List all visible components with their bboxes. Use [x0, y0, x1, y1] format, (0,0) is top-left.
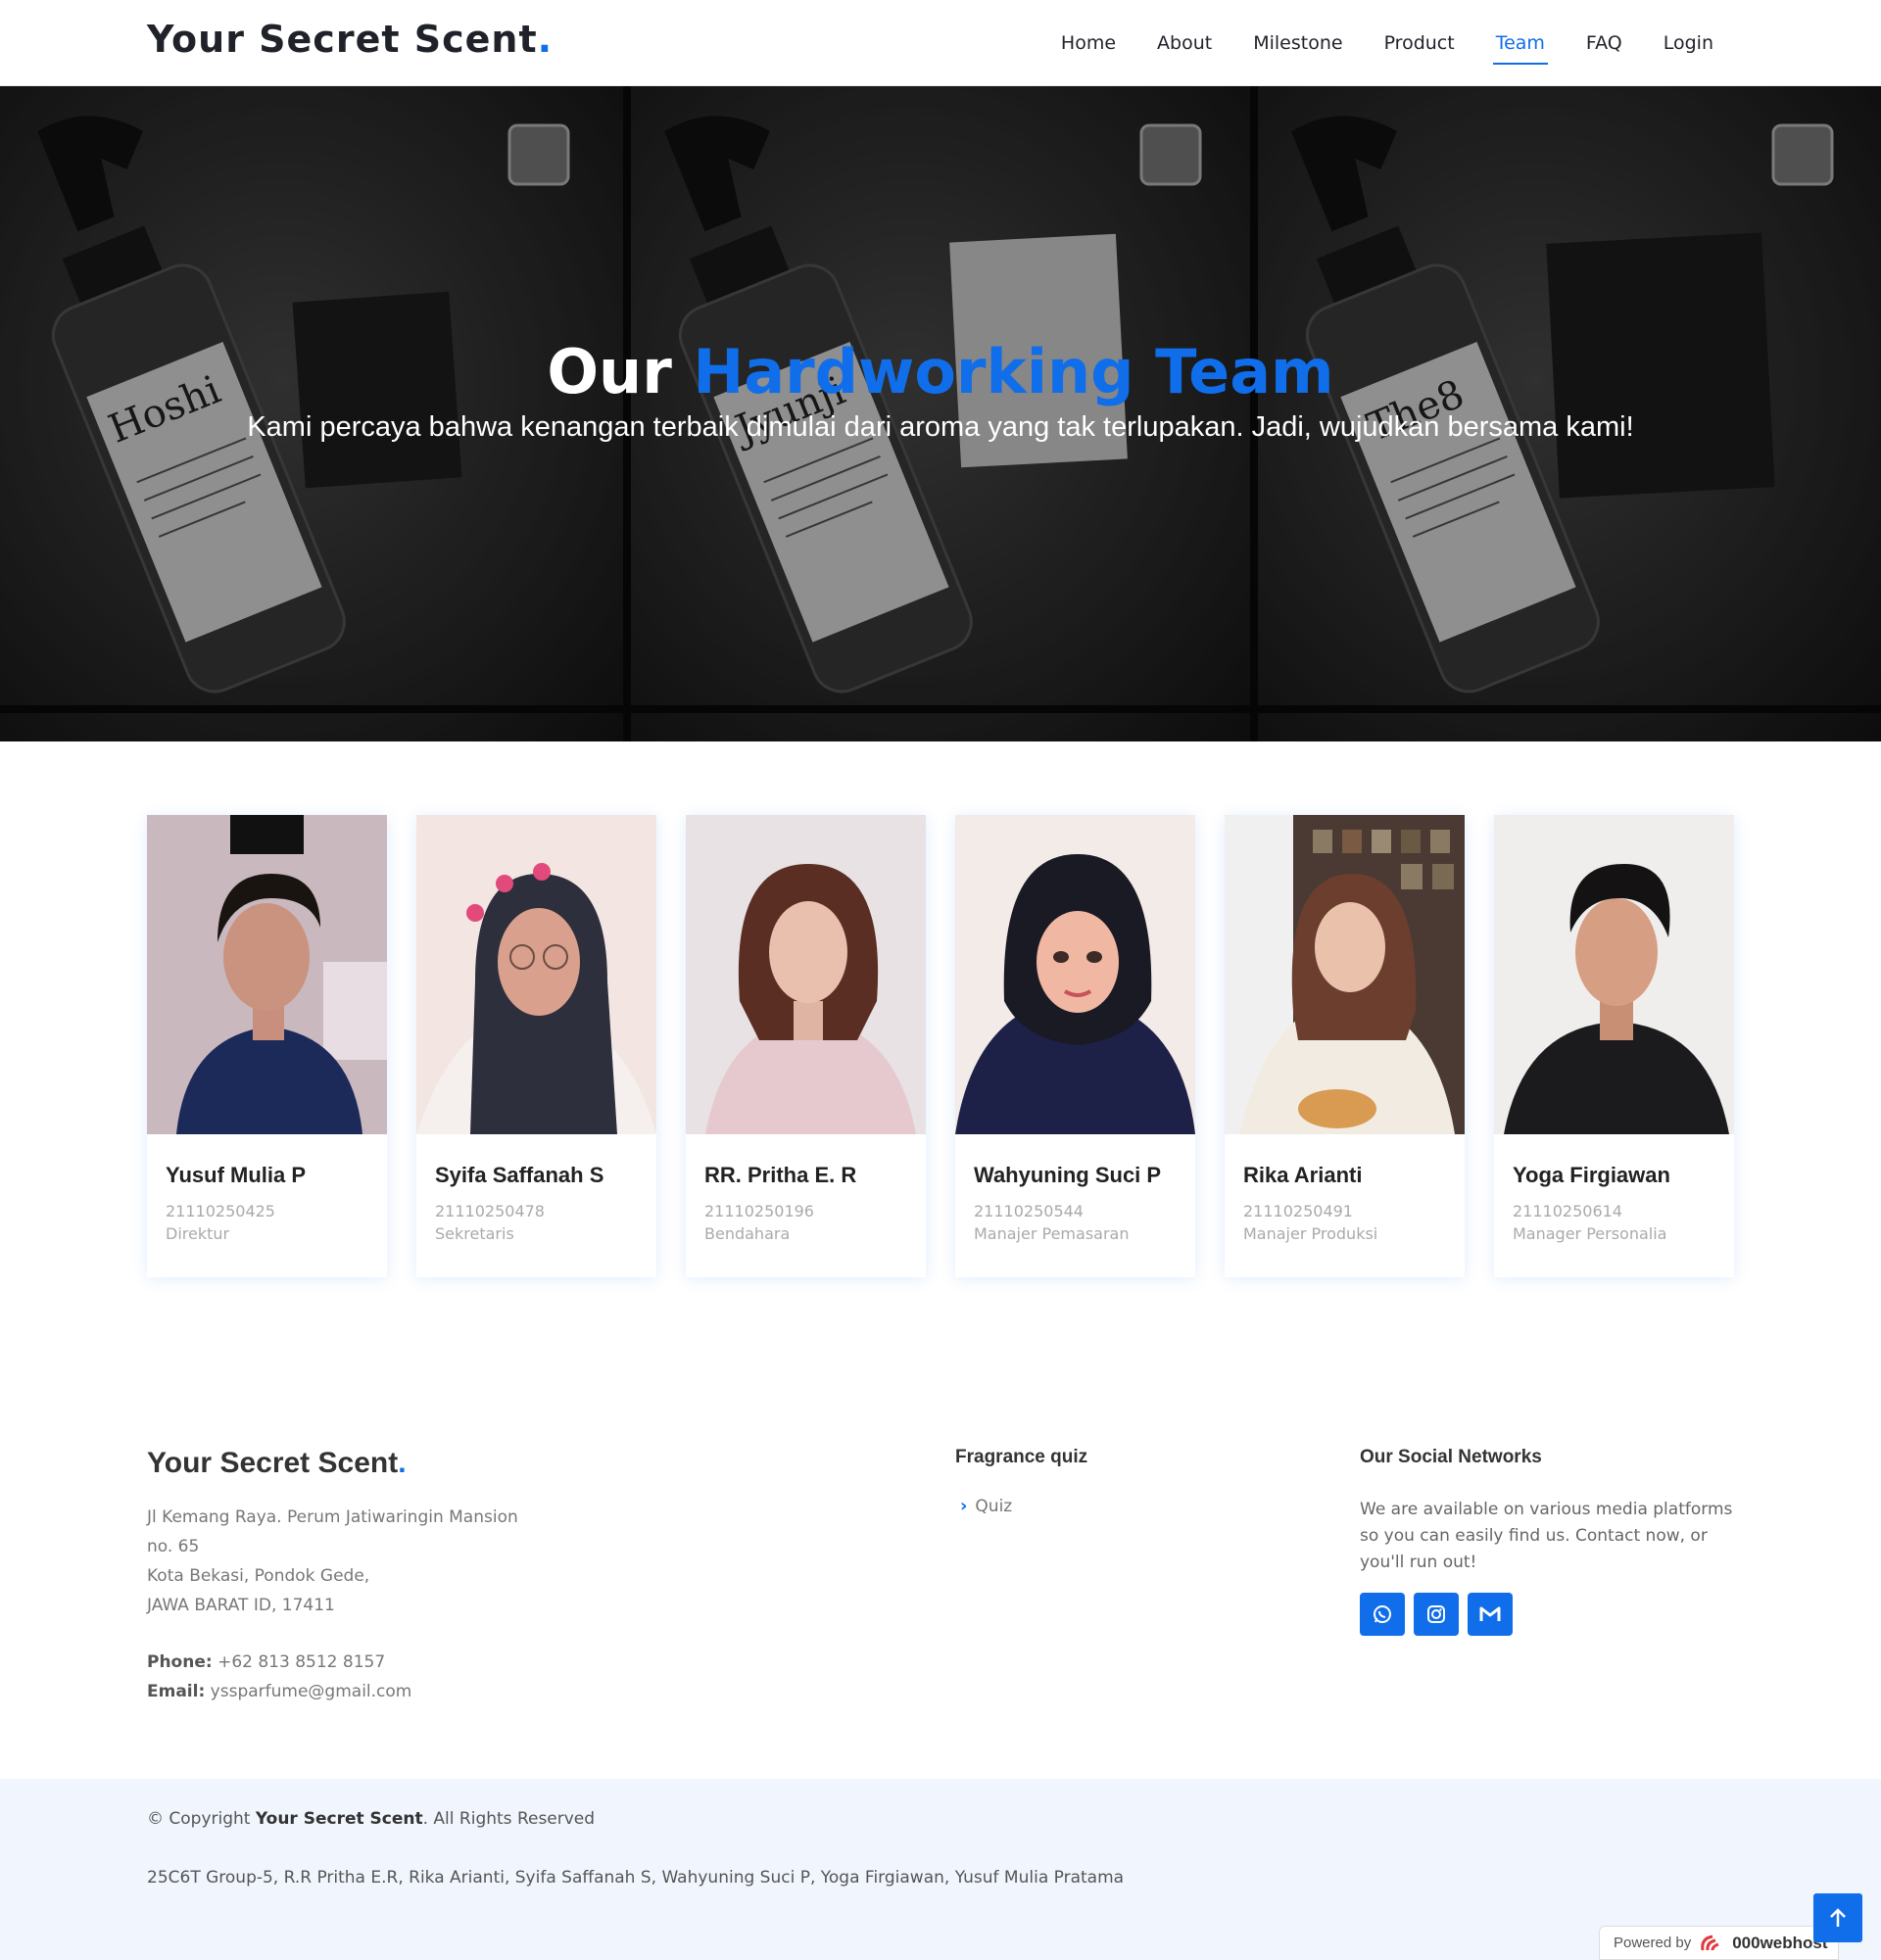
powered-by-badge[interactable]: Powered by 000webhost — [1599, 1926, 1839, 1960]
footer-address: Jl Kemang Raya. Perum Jatiwaringin Mansi… — [147, 1503, 518, 1620]
member-nim: 21110250544 — [974, 1202, 1084, 1220]
member-role: Sekretaris — [435, 1224, 514, 1243]
team-card: Yoga Firgiawan 21110250614 Manager Perso… — [1494, 815, 1734, 1277]
footer-brand: Your Secret Scent. — [147, 1447, 407, 1480]
member-photo — [1225, 815, 1465, 1134]
social-links — [1360, 1593, 1513, 1636]
address-line: JAWA BARAT ID, 17411 — [147, 1596, 335, 1615]
copyright: © Copyright Your Secret Scent. All Right… — [147, 1809, 595, 1829]
team-section: Yusuf Mulia P 21110250425 Direktur Syifa… — [147, 815, 1736, 1277]
member-nim: 21110250478 — [435, 1202, 545, 1220]
whatsapp-button[interactable] — [1360, 1593, 1405, 1636]
phone-value: +62 813 8512 8157 — [217, 1652, 386, 1672]
member-name: Wahyuning Suci P — [974, 1163, 1162, 1187]
webhost-logo-icon — [1701, 1935, 1719, 1950]
logo-text: Your Secret Scent — [147, 18, 538, 61]
logo-dot: . — [537, 18, 554, 61]
team-card: Rika Arianti 21110250491 Manajer Produks… — [1225, 815, 1465, 1277]
member-photo — [955, 815, 1195, 1134]
phone-row: Phone: +62 813 8512 8157 — [147, 1648, 411, 1677]
team-card: Syifa Saffanah S 21110250478 Sekretaris — [416, 815, 656, 1277]
gmail-icon — [1479, 1606, 1501, 1621]
footer-brand-dot: . — [398, 1447, 407, 1479]
member-nim: 21110250196 — [704, 1202, 814, 1220]
member-name: Rika Arianti — [1243, 1163, 1363, 1187]
nav-home[interactable]: Home — [1040, 0, 1136, 86]
team-card: Yusuf Mulia P 21110250425 Direktur — [147, 815, 387, 1277]
footer-brand-text: Your Secret Scent — [147, 1447, 399, 1479]
social-networks-title: Our Social Networks — [1360, 1447, 1542, 1467]
nav-faq[interactable]: FAQ — [1566, 0, 1643, 86]
nav-milestone[interactable]: Milestone — [1232, 0, 1363, 86]
instagram-button[interactable] — [1414, 1593, 1459, 1636]
member-name: Syifa Saffanah S — [435, 1163, 604, 1187]
back-to-top-button[interactable] — [1813, 1893, 1862, 1942]
copyright-suffix: . All Rights Reserved — [422, 1809, 596, 1829]
copyright-prefix: © Copyright — [147, 1809, 251, 1829]
member-role: Manajer Produksi — [1243, 1224, 1378, 1243]
member-role: Bendahara — [704, 1224, 791, 1243]
main-nav: Home About Milestone Product Team FAQ Lo… — [1040, 0, 1734, 86]
social-networks-text: We are available on various media platfo… — [1360, 1500, 1733, 1572]
address-line: no. 65 — [147, 1537, 200, 1556]
member-role: Manajer Pemasaran — [974, 1224, 1130, 1243]
member-role: Direktur — [166, 1224, 230, 1243]
member-photo — [686, 815, 926, 1134]
nav-about[interactable]: About — [1136, 0, 1232, 86]
hero-title: Our Hardworking Team — [0, 336, 1881, 407]
team-card: Wahyuning Suci P 21110250544 Manajer Pem… — [955, 815, 1195, 1277]
nav-product[interactable]: Product — [1364, 0, 1475, 86]
phone-label: Phone: — [147, 1652, 213, 1672]
member-name: Yusuf Mulia P — [166, 1163, 307, 1187]
quiz-link[interactable]: › Quiz — [960, 1496, 1012, 1516]
member-nim: 21110250614 — [1513, 1202, 1622, 1220]
team-card: RR. Pritha E. R 21110250196 Bendahara — [686, 815, 926, 1277]
instagram-icon — [1427, 1605, 1445, 1623]
whatsapp-icon — [1374, 1605, 1391, 1623]
nav-team[interactable]: Team — [1475, 0, 1566, 86]
chevron-right-icon: › — [960, 1496, 968, 1516]
arrow-up-icon — [1830, 1908, 1846, 1927]
member-name: RR. Pritha E. R — [704, 1163, 857, 1187]
hero-section: Hoshi Jyunji The8 Our Hardworking Team K… — [0, 86, 1881, 741]
address-line: Kota Bekasi, Pondok Gede, — [147, 1566, 370, 1586]
email-label: Email: — [147, 1682, 206, 1701]
gmail-button[interactable] — [1468, 1593, 1513, 1636]
email-value[interactable]: yssparfume@gmail.com — [211, 1682, 412, 1701]
address-line: Jl Kemang Raya. Perum Jatiwaringin Mansi… — [147, 1507, 518, 1527]
member-role: Manager Personalia — [1513, 1224, 1667, 1243]
hero-title-accent: Hardworking Team — [693, 336, 1334, 407]
site-header: Your Secret Scent. Home About Milestone … — [0, 0, 1881, 86]
quiz-link-label: Quiz — [975, 1496, 1013, 1516]
member-photo — [416, 815, 656, 1134]
footer-contact: Phone: +62 813 8512 8157 Email: yssparfu… — [147, 1648, 411, 1706]
fragrance-quiz-title: Fragrance quiz — [955, 1447, 1088, 1467]
member-photo — [147, 815, 387, 1134]
member-photo — [1494, 815, 1734, 1134]
hero-subtitle: Kami percaya bahwa kenangan terbaik dimu… — [247, 411, 1634, 443]
site-logo[interactable]: Your Secret Scent. — [147, 18, 553, 61]
credits: 25C6T Group-5, R.R Pritha E.R, Rika Aria… — [147, 1868, 1125, 1888]
copyright-brand: Your Secret Scent — [255, 1809, 423, 1829]
hero-title-plain: Our — [547, 336, 672, 407]
nav-login[interactable]: Login — [1643, 0, 1734, 86]
email-row: Email: yssparfume@gmail.com — [147, 1677, 411, 1706]
member-nim: 21110250491 — [1243, 1202, 1353, 1220]
member-name: Yoga Firgiawan — [1513, 1163, 1670, 1187]
powered-by-label: Powered by — [1614, 1935, 1692, 1951]
member-nim: 21110250425 — [166, 1202, 275, 1220]
